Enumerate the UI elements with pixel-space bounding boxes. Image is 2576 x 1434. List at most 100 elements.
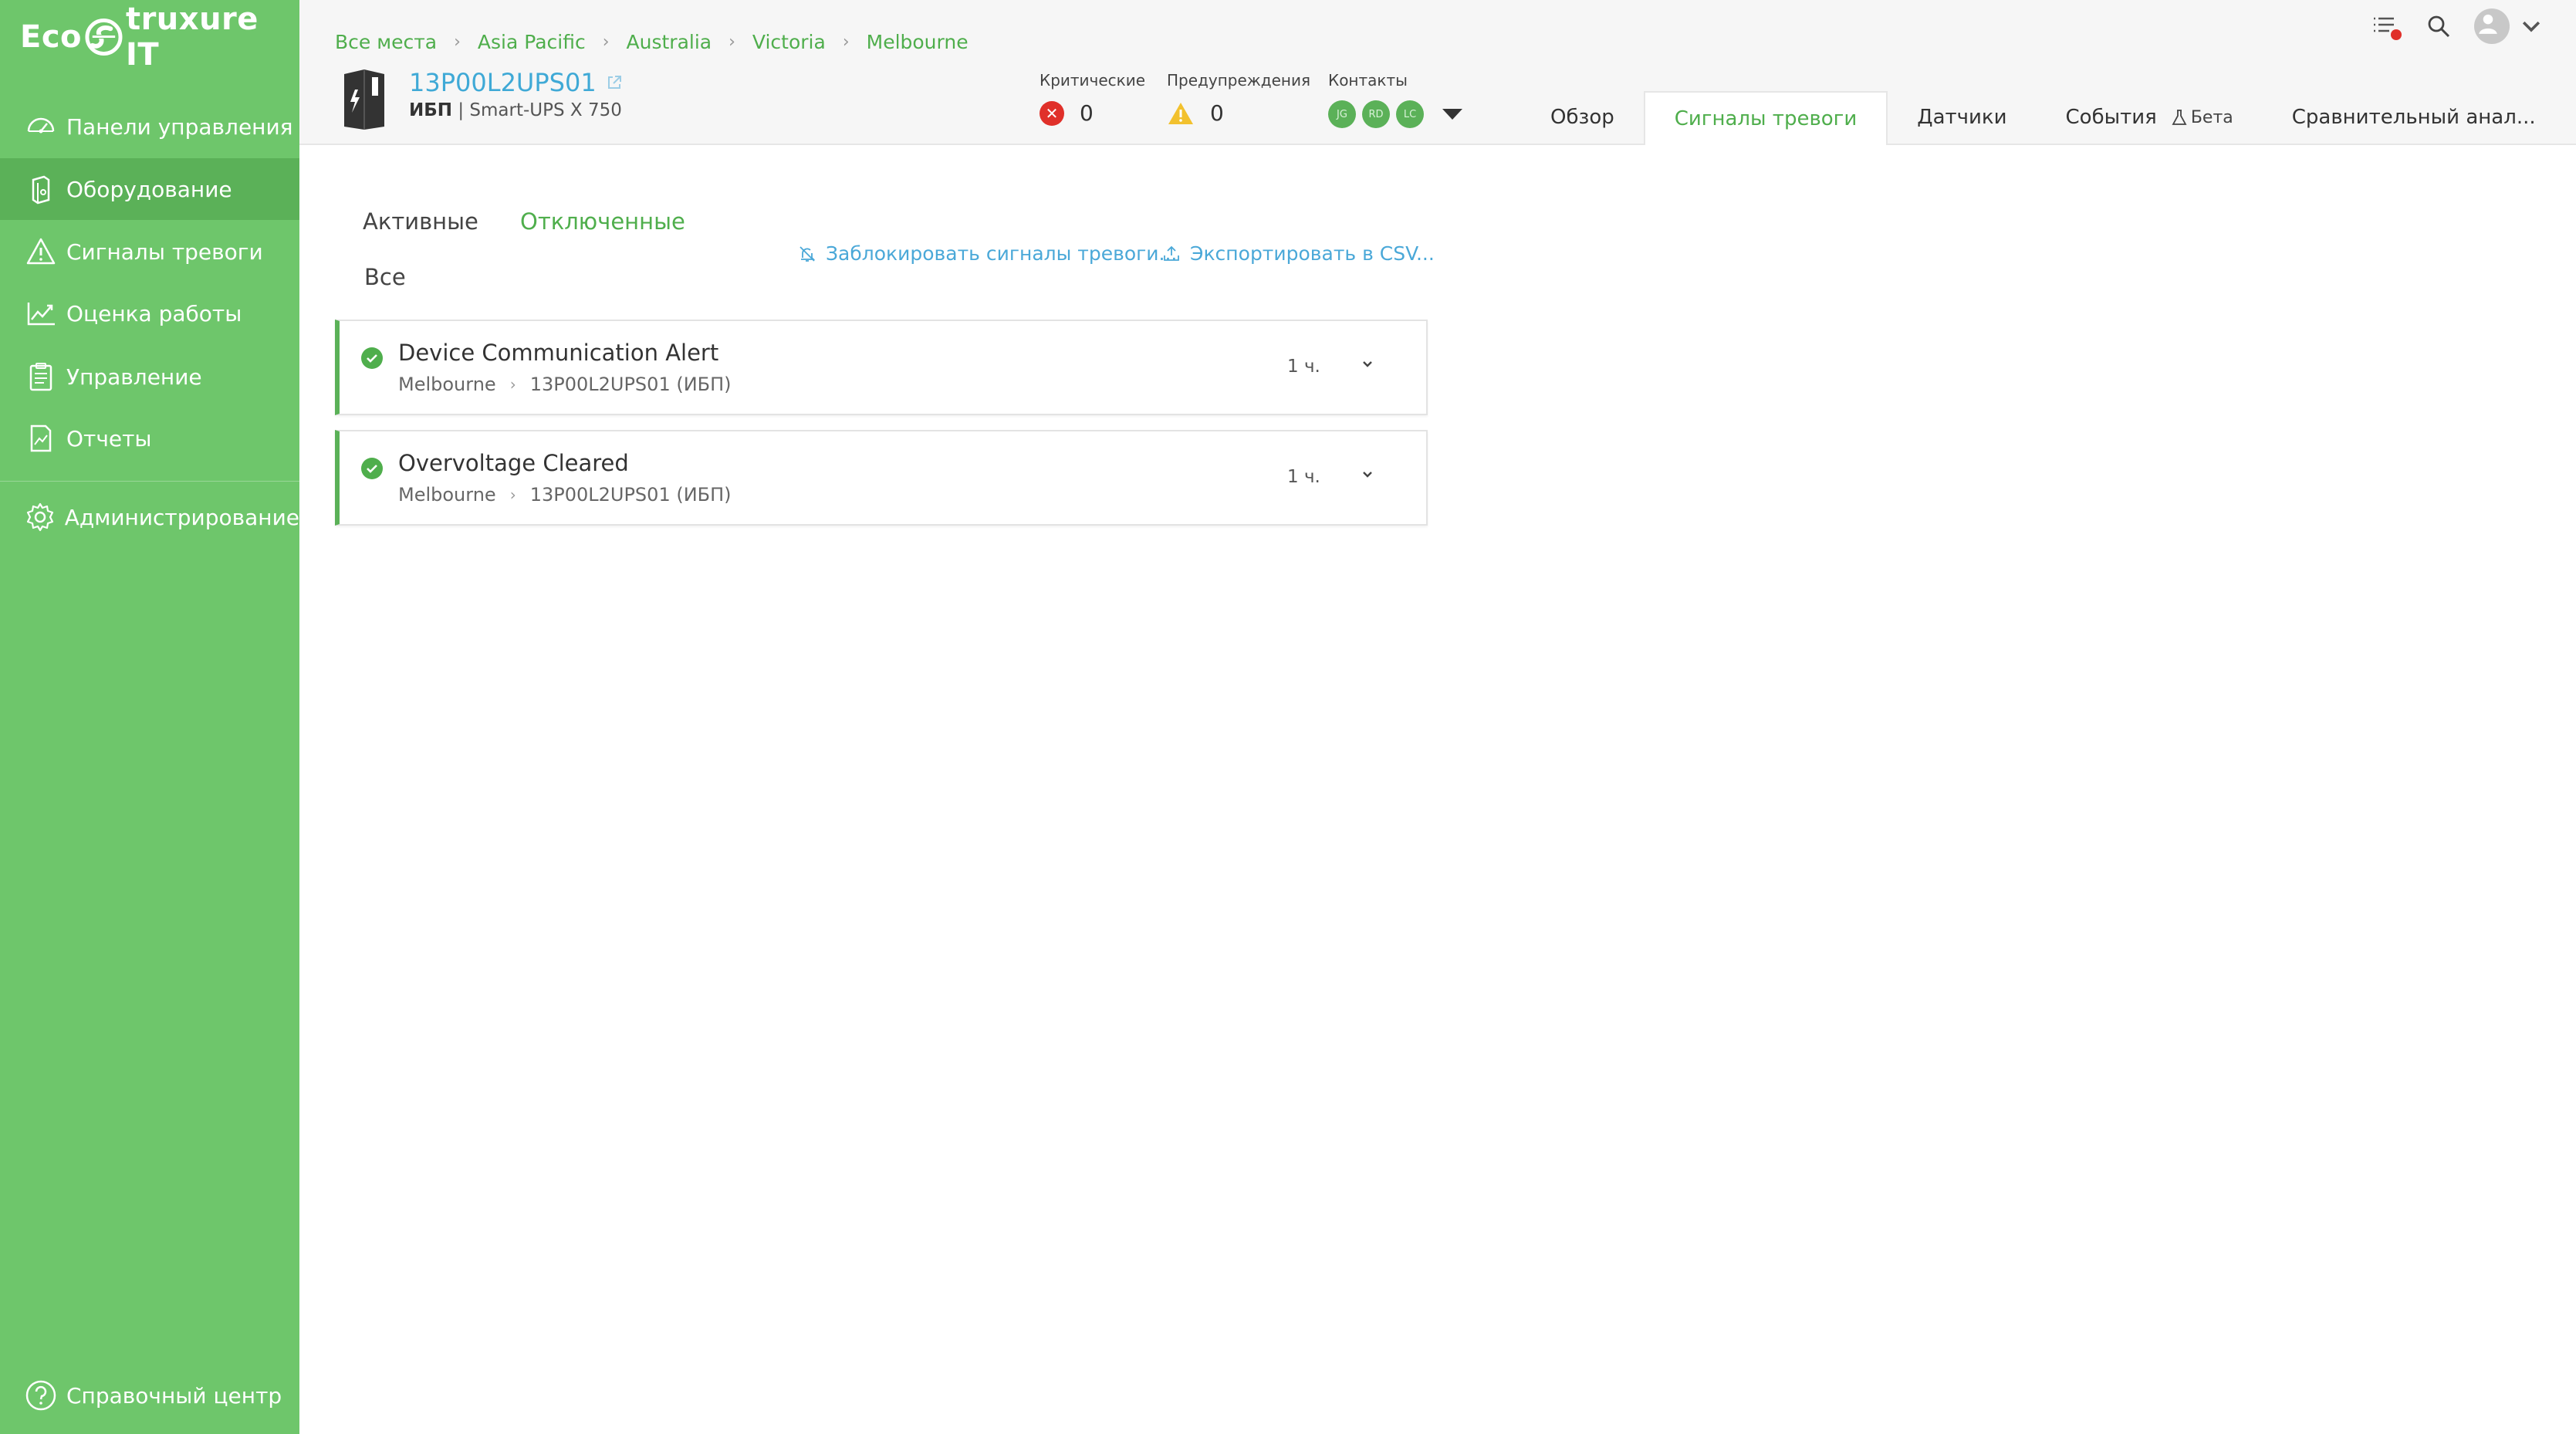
help-center-label: Справочный центр <box>66 1382 282 1409</box>
gear-icon <box>23 499 57 535</box>
alarm-title: Overvoltage Cleared <box>398 450 629 476</box>
sidebar-item-management[interactable]: Управление <box>0 346 299 408</box>
bell-off-icon <box>800 245 816 262</box>
help-icon <box>23 1378 59 1413</box>
contact-avatar[interactable]: JG <box>1328 100 1356 128</box>
alarm-time: 1 ч. <box>1287 467 1320 487</box>
tab-alarms[interactable]: Сигналы тревоги <box>1643 91 1888 145</box>
sidebar-item-dashboards[interactable]: Панели управления <box>0 96 299 157</box>
sidebar-item-label: Оборудование <box>66 176 232 202</box>
logo-text-right: truxure IT <box>125 2 259 73</box>
top-icons <box>2349 8 2545 45</box>
avatar <box>2474 8 2510 44</box>
alarm-device: 13P00L2UPS01 (ИБП) <box>529 374 732 395</box>
performance-icon <box>23 296 59 331</box>
beta-badge: Бета <box>2171 108 2233 127</box>
device-subtitle: ИБП | Smart-UPS X 750 <box>409 100 622 120</box>
breadcrumb-melbourne[interactable]: Melbourne <box>867 31 969 53</box>
suppress-alarms-button[interactable]: Заблокировать сигналы тревоги... <box>798 242 1177 265</box>
clipboard-icon <box>23 359 59 394</box>
device-type: ИБП <box>409 100 453 120</box>
tab-label: Обзор <box>1550 106 1614 129</box>
contact-avatar[interactable]: LC <box>1396 100 1424 128</box>
cleared-check-icon <box>361 347 383 369</box>
device-name: 13P00L2UPS01 <box>409 68 597 97</box>
breadcrumb-separator-icon: › <box>454 32 461 52</box>
alarm-title: Device Communication Alert <box>398 340 719 366</box>
breadcrumb-australia[interactable]: Australia <box>627 31 712 53</box>
alarm-time: 1 ч. <box>1287 357 1320 377</box>
warnings-label: Предупреждения <box>1167 71 1311 90</box>
report-icon <box>23 421 59 456</box>
sidebar-item-label: Сигналы тревоги <box>66 238 263 265</box>
tab-label: Сравнительный анал... <box>2291 106 2536 129</box>
sidebar-item-alarms[interactable]: Сигналы тревоги <box>0 221 299 282</box>
tab-comparison[interactable]: Сравнительный анал... <box>2263 91 2565 144</box>
sidebar-item-performance[interactable]: Оценка работы <box>0 282 299 344</box>
alarm-location: Melbourne <box>398 484 496 506</box>
chevron-down-icon[interactable] <box>1357 464 1378 485</box>
contacts-stat: Контакты JG RD LC <box>1328 71 1462 128</box>
ecostruxure-logo[interactable]: Eco truxure IT <box>20 2 299 73</box>
path-separator-icon: › <box>509 375 516 394</box>
export-csv-label: Экспортировать в CSV... <box>1190 242 1435 265</box>
sidebar-item-label: Панели управления <box>66 113 293 140</box>
sidebar-item-administration[interactable]: Администрирование <box>0 486 299 548</box>
tab-label: Сигналы тревоги <box>1674 107 1858 130</box>
contacts-dropdown-icon[interactable] <box>1442 109 1462 120</box>
alarm-card[interactable]: Device Communication Alert Melbourne › 1… <box>335 320 1428 415</box>
warnings-count: 0 <box>1210 100 1224 126</box>
user-avatar-icon <box>2479 14 2497 34</box>
critical-error-icon: ✕ <box>1040 100 1064 126</box>
equipment-icon <box>23 171 59 207</box>
subtab-all[interactable]: Все <box>364 264 406 290</box>
alarm-card[interactable]: Overvoltage Cleared Melbourne › 13P00L2U… <box>335 430 1428 526</box>
critical-stat[interactable]: Критические ✕ 0 <box>1040 71 1145 126</box>
user-menu-button[interactable] <box>2474 8 2545 45</box>
warnings-stat[interactable]: Предупреждения 0 <box>1167 71 1310 126</box>
breadcrumb-separator-icon: › <box>729 32 735 52</box>
contact-avatar[interactable]: RD <box>1362 100 1390 128</box>
device-name-link[interactable]: 13P00L2UPS01 <box>409 68 623 97</box>
logo-text-left: Eco <box>20 19 83 55</box>
notification-dot <box>2391 29 2402 40</box>
sidebar: Eco truxure IT Панели управления Оборудо… <box>0 0 299 1434</box>
export-csv-button[interactable]: Экспортировать в CSV... <box>1162 242 1435 265</box>
critical-label: Критические <box>1040 71 1146 90</box>
critical-count: 0 <box>1080 100 1094 126</box>
tab-sensors[interactable]: Датчики <box>1888 91 2036 144</box>
path-separator-icon: › <box>509 485 516 504</box>
chevron-down-icon[interactable] <box>1357 353 1378 375</box>
warning-icon <box>1168 102 1193 124</box>
logo-s-mark-icon <box>85 18 123 56</box>
sidebar-item-label: Управление <box>66 364 202 390</box>
dashboard-icon <box>23 109 59 144</box>
tab-label: События <box>2065 106 2157 129</box>
breadcrumb-separator-icon: › <box>602 32 610 52</box>
export-icon <box>1164 245 1179 261</box>
suppress-alarms-label: Заблокировать сигналы тревоги... <box>826 242 1178 265</box>
search-icon <box>2428 15 2450 38</box>
tab-overview[interactable]: Обзор <box>1521 91 1644 144</box>
contacts-label: Контакты <box>1328 71 1408 90</box>
search-button[interactable] <box>2420 8 2457 45</box>
subtab-active[interactable]: Активные <box>363 208 478 235</box>
alarm-path: Melbourne › 13P00L2UPS01 (ИБП) <box>398 484 732 506</box>
breadcrumb-victoria[interactable]: Victoria <box>752 31 826 53</box>
subtab-cleared[interactable]: Отключенные <box>520 208 685 235</box>
breadcrumb: Все места › Asia Pacific › Australia › V… <box>335 31 969 53</box>
tab-events[interactable]: События Бета <box>2037 91 2263 144</box>
external-link-icon[interactable] <box>606 74 623 91</box>
device-header: Все места › Asia Pacific › Australia › V… <box>299 0 2576 145</box>
breadcrumb-all-sites[interactable]: Все места <box>335 31 437 53</box>
breadcrumb-asia-pacific[interactable]: Asia Pacific <box>478 31 586 53</box>
help-center-link[interactable]: Справочный центр <box>0 1372 299 1419</box>
sidebar-item-reports[interactable]: Отчеты <box>0 408 299 469</box>
task-list-button[interactable] <box>2366 8 2403 45</box>
alarm-device: 13P00L2UPS01 (ИБП) <box>529 484 732 506</box>
sidebar-item-equipment[interactable]: Оборудование <box>0 158 299 220</box>
ups-device-icon <box>344 69 384 130</box>
sidebar-item-label: Оценка работы <box>66 300 242 326</box>
sidebar-item-label: Отчеты <box>66 425 152 452</box>
device-tabs: Обзор Сигналы тревоги Датчики События Бе… <box>1521 91 2565 145</box>
